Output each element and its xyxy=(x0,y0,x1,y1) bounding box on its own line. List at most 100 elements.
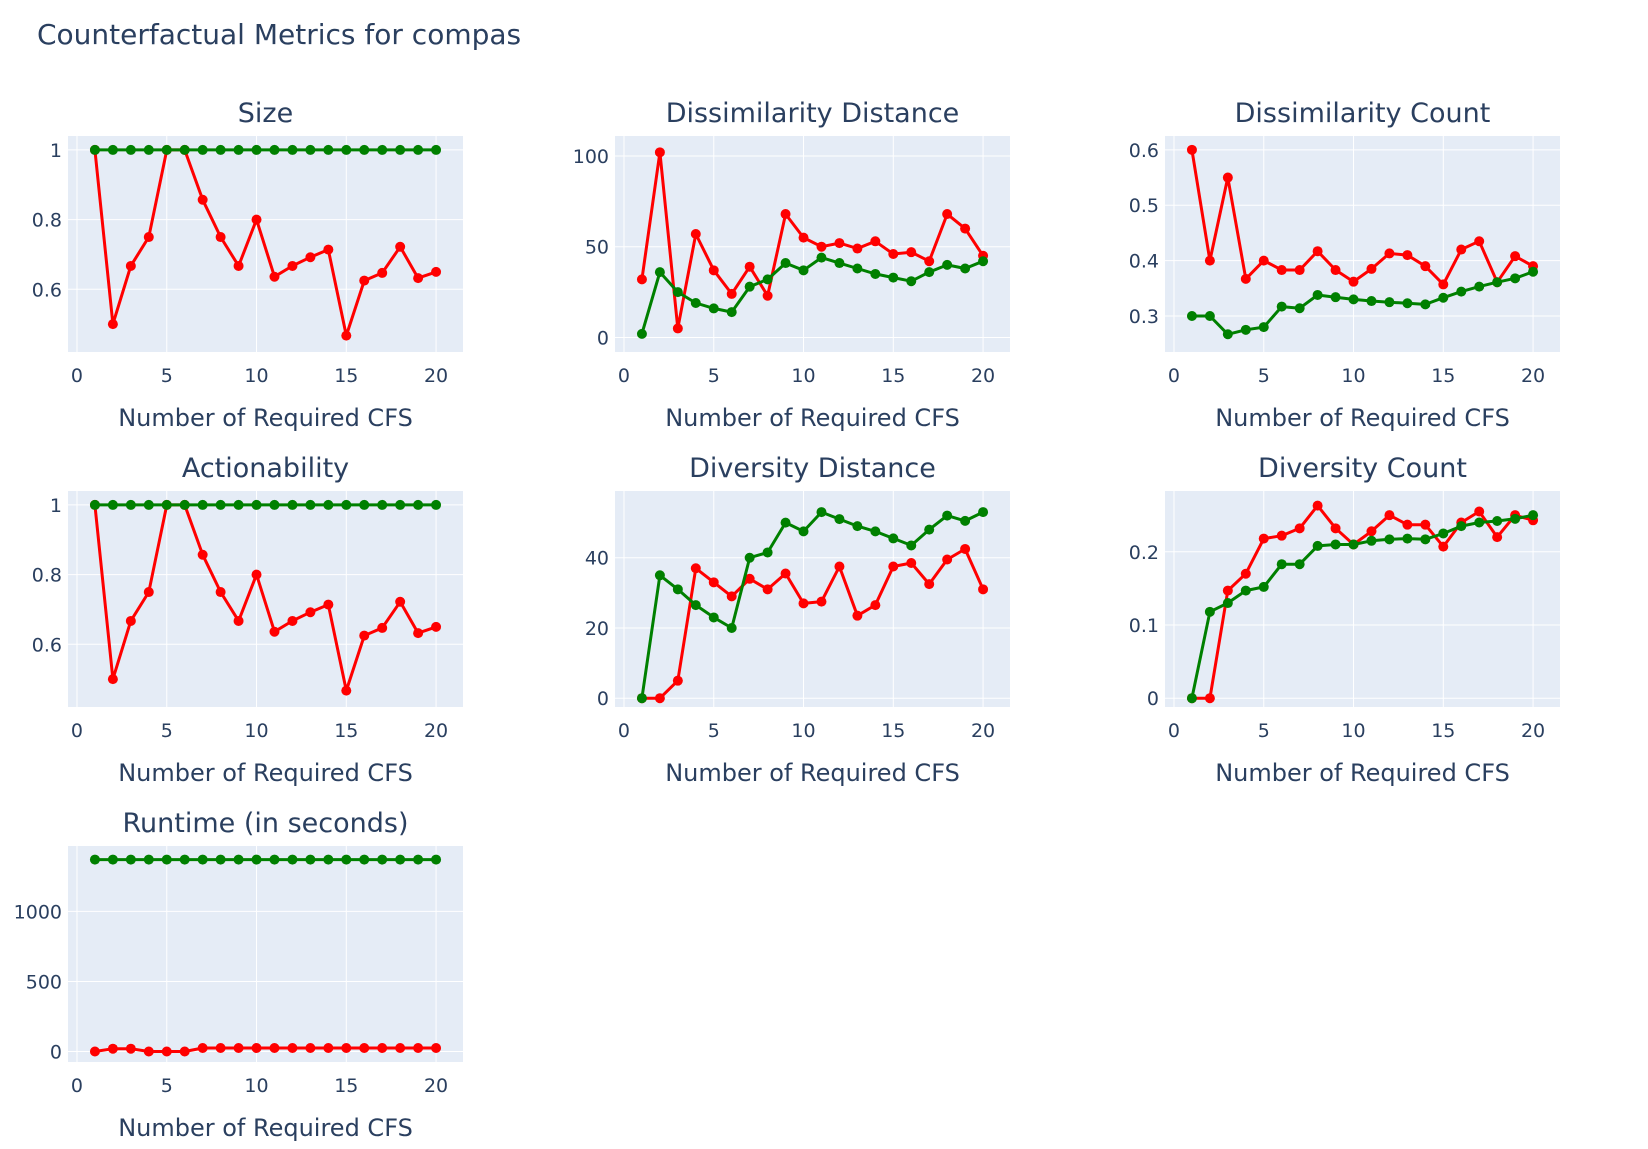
data-point xyxy=(1492,277,1503,288)
x-axis-label: Number of Required CFS xyxy=(118,404,413,432)
x-tick-label: 20 xyxy=(1521,720,1545,742)
x-tick-label: 5 xyxy=(161,720,173,742)
data-point xyxy=(89,1046,100,1057)
data-point xyxy=(359,144,370,155)
data-point xyxy=(1420,534,1431,545)
data-point xyxy=(816,596,827,607)
data-point xyxy=(377,1042,388,1053)
data-point xyxy=(341,1042,352,1053)
data-point xyxy=(1510,273,1521,284)
x-tick-label: 10 xyxy=(244,1075,268,1097)
data-point xyxy=(233,1042,244,1053)
y-tick-label: 0 xyxy=(1147,688,1159,710)
data-point xyxy=(960,223,971,234)
data-point xyxy=(269,1042,280,1053)
x-tick-label: 20 xyxy=(424,365,448,387)
data-point xyxy=(323,244,334,255)
data-point xyxy=(762,274,773,285)
data-point xyxy=(179,499,190,510)
data-point xyxy=(1528,266,1539,277)
subplot-title: Diversity Distance xyxy=(689,453,936,484)
y-tick-label: 0.5 xyxy=(1129,195,1159,217)
data-point xyxy=(197,144,208,155)
data-point xyxy=(1348,276,1359,287)
data-point xyxy=(1510,251,1521,262)
data-point xyxy=(431,266,442,277)
data-point xyxy=(1240,324,1251,335)
data-point xyxy=(1456,521,1467,532)
data-point xyxy=(762,584,773,595)
y-tick-label: 0.4 xyxy=(1129,251,1159,273)
x-axis-label: Number of Required CFS xyxy=(1215,759,1510,787)
data-point xyxy=(834,514,845,525)
x-tick-label: 15 xyxy=(881,365,905,387)
data-point xyxy=(269,854,280,865)
data-point xyxy=(377,622,388,633)
x-tick-label: 5 xyxy=(708,365,720,387)
data-point xyxy=(924,267,935,278)
data-point xyxy=(672,287,683,298)
data-point xyxy=(870,600,881,611)
data-point xyxy=(197,194,208,205)
data-point xyxy=(413,499,424,510)
data-point xyxy=(323,499,334,510)
data-point xyxy=(395,241,406,252)
data-point xyxy=(1240,273,1251,284)
y-tick-label: 0.8 xyxy=(32,210,62,232)
data-point xyxy=(924,256,935,267)
data-point xyxy=(798,265,809,276)
data-point xyxy=(323,144,334,155)
data-point xyxy=(215,232,226,243)
data-point xyxy=(413,854,424,865)
data-point xyxy=(1258,533,1269,544)
data-point xyxy=(1420,519,1431,530)
data-point xyxy=(1330,539,1341,550)
x-axis-label: Number of Required CFS xyxy=(665,404,960,432)
data-point xyxy=(215,144,226,155)
data-point xyxy=(852,610,863,621)
data-point xyxy=(1258,581,1269,592)
data-point xyxy=(287,1042,298,1053)
data-point xyxy=(1222,329,1233,340)
data-point xyxy=(1276,265,1287,276)
data-point xyxy=(726,622,737,633)
data-point xyxy=(269,144,280,155)
subplots-canvas: 0 5 10 15 200.60.81SizeNumber of Required CF… xyxy=(14,98,1560,1142)
data-point xyxy=(161,854,172,865)
data-point xyxy=(762,547,773,558)
subplot-title: Dissimilarity Count xyxy=(1235,98,1491,129)
data-point xyxy=(215,499,226,510)
x-tick-label: 20 xyxy=(971,365,995,387)
x-tick-label: 15 xyxy=(334,365,358,387)
x-tick-label: 0 xyxy=(618,720,630,742)
data-point xyxy=(708,265,719,276)
data-point xyxy=(323,599,334,610)
data-point xyxy=(1402,533,1413,544)
data-point xyxy=(1204,311,1215,321)
x-tick-label: 20 xyxy=(424,1075,448,1097)
data-point xyxy=(377,854,388,865)
data-point xyxy=(1294,523,1305,534)
data-point xyxy=(654,693,665,704)
data-point xyxy=(107,1043,118,1054)
data-point xyxy=(1384,248,1395,259)
data-point xyxy=(125,260,136,271)
data-point xyxy=(251,569,262,580)
data-point xyxy=(431,144,442,155)
data-point xyxy=(1384,534,1395,545)
data-point xyxy=(744,552,755,563)
data-point xyxy=(125,499,136,510)
subplot-3: 0 5 10 15 20 0.3 0.4 0.5 0.6 Dissimilarity Count N… xyxy=(1129,98,1560,432)
data-point xyxy=(215,587,226,598)
x-axis-label: Number of Required CFS xyxy=(118,1114,413,1142)
data-point xyxy=(143,854,154,865)
x-tick-label: 0 xyxy=(1168,365,1180,387)
data-point xyxy=(924,579,935,590)
data-point xyxy=(161,1046,172,1057)
data-point xyxy=(1348,294,1359,305)
y-tick-label: 50 xyxy=(585,237,609,259)
data-point xyxy=(1276,301,1287,312)
data-point xyxy=(1312,540,1323,551)
data-point xyxy=(413,273,424,284)
data-point xyxy=(233,499,244,510)
